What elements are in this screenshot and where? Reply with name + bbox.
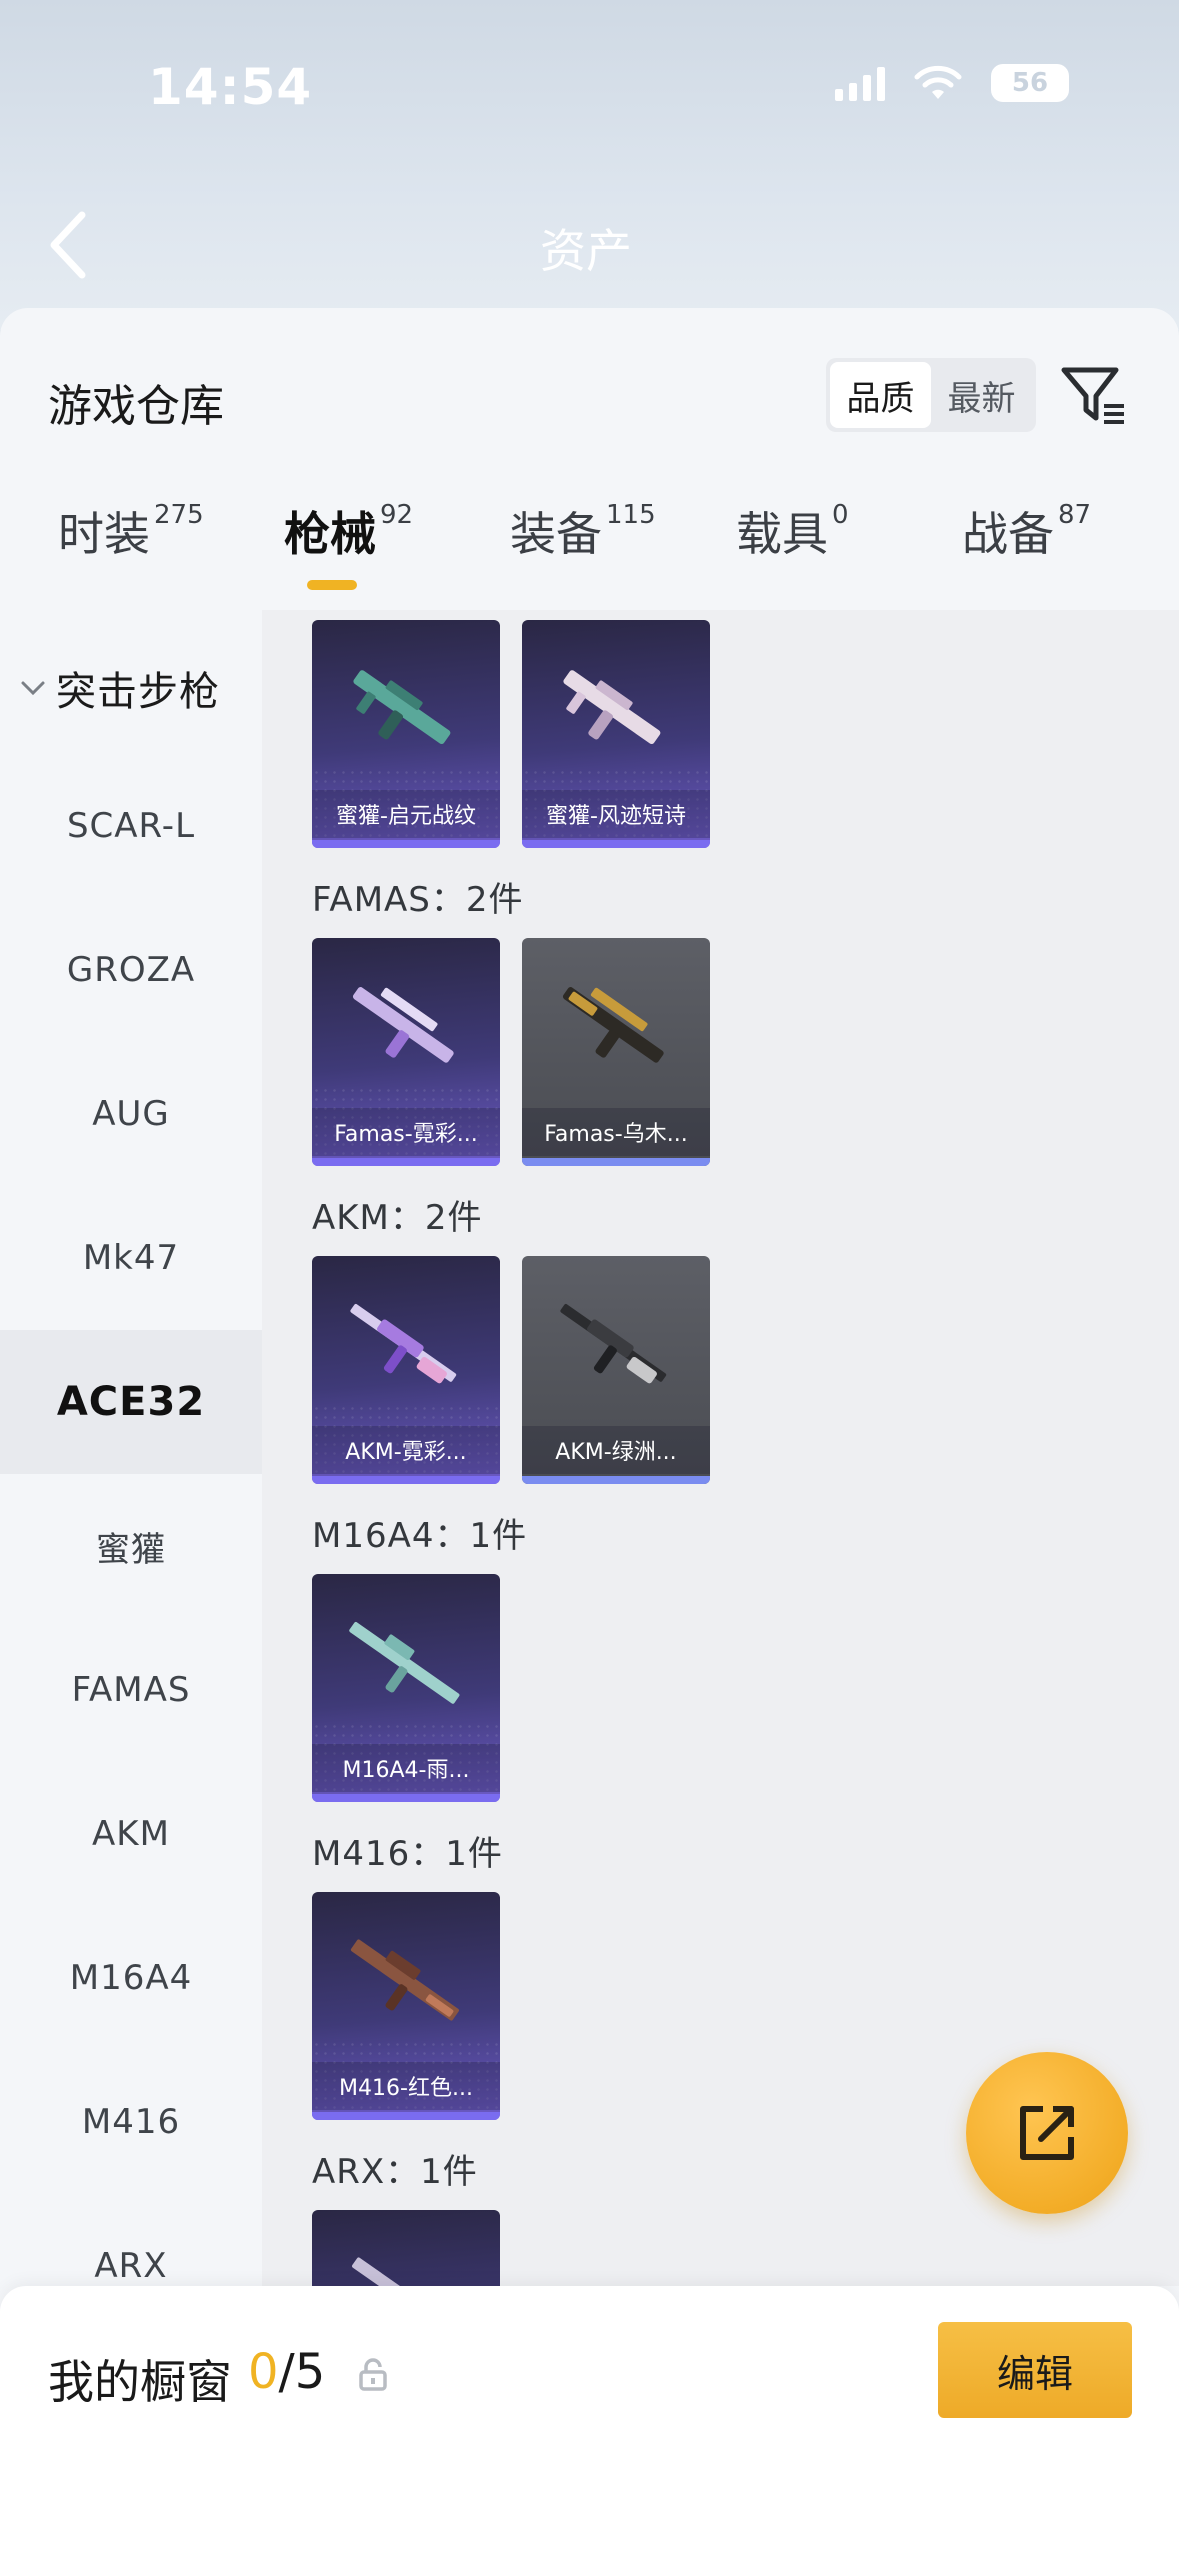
weapon-group-label: M16A4：1件 <box>312 1516 528 1556</box>
showcase-label: 我的橱窗 <box>48 2355 232 2409</box>
edit-button[interactable]: 编辑 <box>938 2322 1132 2418</box>
tab-guns[interactable]: 枪械 92 <box>284 498 413 608</box>
tab-label: 装备 <box>510 507 602 561</box>
skin-card[interactable]: Famas-霓彩... <box>312 938 500 1166</box>
showcase-count: 0/5 <box>248 2344 325 2400</box>
wifi-icon <box>914 65 962 99</box>
sidebar-item-groza[interactable]: GROZA <box>0 898 262 1042</box>
rifle-icon <box>563 670 661 745</box>
tab-count: 92 <box>380 500 414 530</box>
skin-card[interactable]: M16A4-雨... <box>312 1574 500 1802</box>
tab-vehicles[interactable]: 载具 0 <box>736 498 849 608</box>
sidebar-group-label: 突击步枪 <box>56 669 220 715</box>
rifle-icon <box>562 987 664 1063</box>
sort-latest-option[interactable]: 最新 <box>931 362 1032 428</box>
tab-fashion[interactable]: 时装 275 <box>58 498 204 608</box>
sidebar-item-akm[interactable]: AKM <box>0 1762 262 1906</box>
sort-toggle: 品质 最新 <box>826 358 1036 432</box>
sidebar-group-assault-rifles[interactable]: 突击步枪 <box>0 616 262 760</box>
sidebar-item-honey-badger[interactable]: 蜜獾 <box>0 1474 262 1618</box>
back-icon[interactable] <box>40 205 100 285</box>
status-time: 14:54 <box>148 58 313 116</box>
skin-name: AKM-绿洲... <box>522 1426 710 1474</box>
signal-icon <box>835 65 885 101</box>
skin-card[interactable]: 蜜獾-风迹短诗 <box>522 620 710 848</box>
app-screen: 14:54 56 资产 游戏仓库 品质 最新 时装 275 枪械 92 装备 1… <box>0 0 1179 2556</box>
status-icons: 56 <box>835 64 1069 102</box>
sidebar-item-aug[interactable]: AUG <box>0 1042 262 1186</box>
sheet-title: 游戏仓库 <box>48 381 224 432</box>
tab-supplies[interactable]: 战备 87 <box>962 498 1091 608</box>
skin-name: 蜜獾-启元战纹 <box>312 790 500 838</box>
rifle-icon <box>350 1304 457 1384</box>
tab-count: 115 <box>606 500 656 530</box>
skin-card[interactable]: M416-红色... <box>312 1892 500 2120</box>
skin-card[interactable] <box>312 2210 500 2286</box>
active-tab-indicator <box>307 580 357 590</box>
skin-name: M16A4-雨... <box>312 1744 500 1792</box>
skin-card[interactable]: Famas-乌木... <box>522 938 710 1166</box>
skin-card[interactable]: AKM-绿洲... <box>522 1256 710 1484</box>
sheet-header: 游戏仓库 品质 最新 时装 275 枪械 92 装备 115 载具 0 战备 8… <box>0 308 1179 608</box>
skin-name: 蜜獾-风迹短诗 <box>522 790 710 838</box>
sort-quality-option[interactable]: 品质 <box>830 362 931 428</box>
showcase-bar: 我的橱窗 0/5 编辑 <box>0 2286 1179 2556</box>
background-header: 14:54 56 资产 <box>0 0 1179 330</box>
rifle-icon <box>352 987 454 1063</box>
chevron-down-icon <box>21 681 45 696</box>
tab-count: 0 <box>832 500 849 530</box>
sidebar-item-m416[interactable]: M416 <box>0 2050 262 2194</box>
external-link-icon <box>1020 2106 1074 2160</box>
category-tabs: 时装 275 枪械 92 装备 115 载具 0 战备 87 <box>0 498 1179 608</box>
skin-name: M416-红色... <box>312 2062 500 2110</box>
sidebar-item-ace32[interactable]: ACE32 <box>0 1330 262 1474</box>
share-button[interactable] <box>966 2052 1128 2214</box>
skin-name: Famas-霓彩... <box>312 1108 500 1156</box>
rifle-icon <box>349 1622 460 1704</box>
skin-name: Famas-乌木... <box>522 1108 710 1156</box>
tab-label: 载具 <box>736 507 828 561</box>
weapon-group-label: ARX：1件 <box>312 2152 478 2192</box>
showcase-total-count: /5 <box>278 2344 326 2400</box>
weapon-group-label: FAMAS：2件 <box>312 880 524 920</box>
skin-name: AKM-霓彩... <box>312 1426 500 1474</box>
tab-label: 枪械 <box>284 507 376 561</box>
lock-icon <box>359 2358 387 2391</box>
tab-equipment[interactable]: 装备 115 <box>510 498 656 608</box>
sidebar-item-scar-l[interactable]: SCAR-L <box>0 754 262 898</box>
weapon-group-label: AKM：2件 <box>312 1198 483 1238</box>
filter-icon[interactable] <box>1058 360 1130 432</box>
weapon-group-label: M416：1件 <box>312 1834 503 1874</box>
skin-grid: 蜜獾-启元战纹 蜜獾-风迹短诗 FAMAS：2件 Famas-霓彩... Fam… <box>262 610 1179 2286</box>
rifle-icon <box>353 670 451 745</box>
rifle-icon <box>352 2257 459 2286</box>
rifle-icon <box>350 1939 459 2021</box>
weapon-category-sidebar: 突击步枪 SCAR-L GROZA AUG Mk47 ACE32 蜜獾 FAMA… <box>0 610 262 2286</box>
tab-count: 275 <box>154 500 204 530</box>
sidebar-item-mk47[interactable]: Mk47 <box>0 1186 262 1330</box>
tab-label: 时装 <box>58 507 150 561</box>
sidebar-item-m16a4[interactable]: M16A4 <box>0 1906 262 2050</box>
rifle-icon <box>560 1304 667 1384</box>
skin-card[interactable]: 蜜獾-启元战纹 <box>312 620 500 848</box>
sidebar-item-arx[interactable]: ARX <box>0 2194 262 2286</box>
tab-count: 87 <box>1058 500 1092 530</box>
battery-icon: 56 <box>991 64 1069 102</box>
skin-card[interactable]: AKM-霓彩... <box>312 1256 500 1484</box>
tab-label: 战备 <box>962 507 1054 561</box>
sidebar-item-famas[interactable]: FAMAS <box>0 1618 262 1762</box>
nav-title: 资产 <box>540 224 632 278</box>
showcase-used-count: 0 <box>248 2344 279 2400</box>
